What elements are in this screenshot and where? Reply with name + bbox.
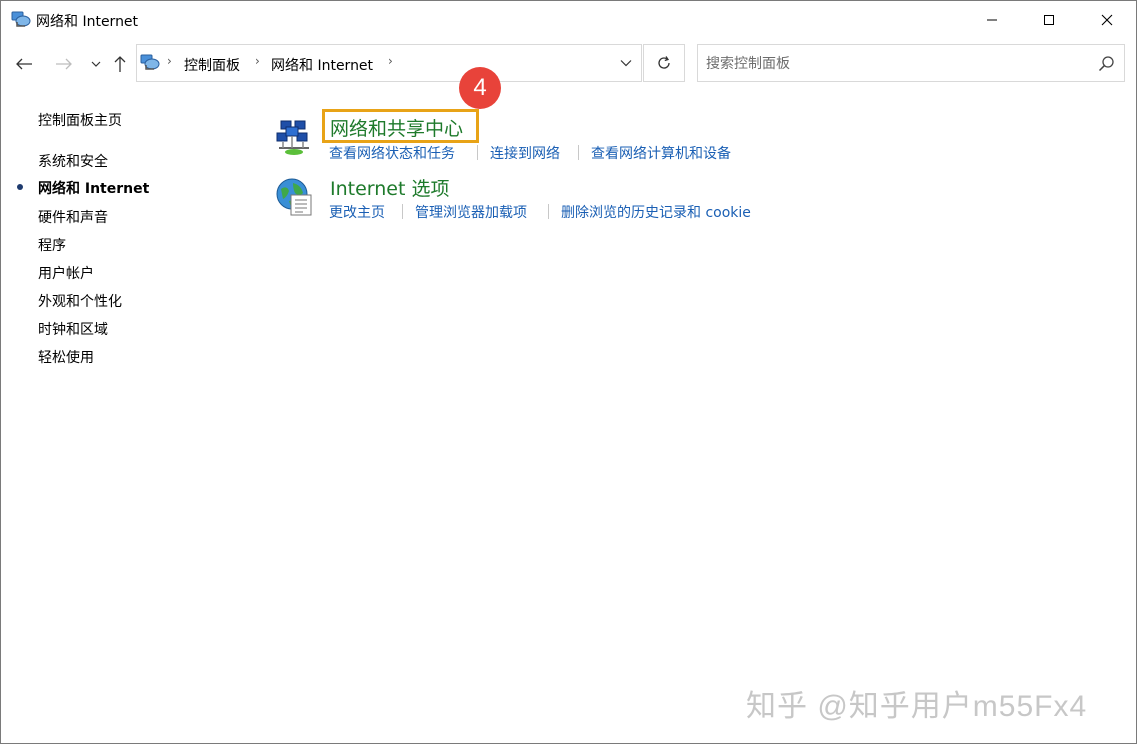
forward-button[interactable] bbox=[53, 51, 75, 77]
sidebar-item-appearance[interactable]: 外观和个性化 bbox=[38, 291, 122, 311]
arrow-up-icon bbox=[114, 56, 126, 72]
refresh-button[interactable] bbox=[643, 44, 685, 82]
sidebar-control-panel-home[interactable]: 控制面板主页 bbox=[38, 110, 122, 130]
minimize-icon bbox=[987, 19, 997, 21]
search-icon[interactable] bbox=[1098, 55, 1116, 73]
sidebar-item-hardware-sound[interactable]: 硬件和声音 bbox=[38, 207, 108, 227]
step-number-badge: 4 bbox=[459, 67, 501, 109]
address-bar[interactable]: › 控制面板 › 网络和 Internet › bbox=[136, 44, 642, 82]
search-box[interactable] bbox=[697, 44, 1125, 82]
maximize-icon bbox=[1044, 15, 1054, 25]
chevron-down-icon bbox=[91, 61, 101, 67]
connect-to-network-link[interactable]: 连接到网络 bbox=[490, 143, 560, 163]
arrow-right-icon bbox=[56, 58, 72, 70]
delete-browsing-history-link[interactable]: 删除浏览的历史记录和 cookie bbox=[561, 202, 751, 222]
current-item-bullet bbox=[17, 184, 23, 190]
link-divider bbox=[402, 204, 403, 219]
recent-locations-button[interactable] bbox=[85, 51, 107, 77]
chevron-down-icon bbox=[620, 60, 632, 67]
manage-add-ons-link[interactable]: 管理浏览器加载项 bbox=[415, 202, 527, 222]
breadcrumb-network-internet[interactable]: 网络和 Internet bbox=[271, 55, 373, 75]
sidebar-item-programs[interactable]: 程序 bbox=[38, 235, 66, 255]
arrow-left-icon bbox=[16, 58, 32, 70]
title-bar: 网络和 Internet bbox=[1, 1, 1136, 39]
breadcrumb-separator[interactable]: › bbox=[388, 54, 393, 68]
link-divider bbox=[477, 145, 478, 160]
sidebar-item-ease-of-access[interactable]: 轻松使用 bbox=[38, 347, 94, 367]
view-network-status-link[interactable]: 查看网络状态和任务 bbox=[329, 143, 455, 163]
breadcrumb-separator[interactable]: › bbox=[255, 54, 260, 68]
breadcrumb-separator[interactable]: › bbox=[167, 54, 172, 68]
maximize-button[interactable] bbox=[1020, 1, 1078, 39]
breadcrumb-control-panel[interactable]: 控制面板 bbox=[184, 55, 240, 75]
network-sharing-center-link[interactable]: 网络和共享中心 bbox=[330, 114, 463, 141]
sidebar-item-system-security[interactable]: 系统和安全 bbox=[38, 151, 108, 171]
sidebar-item-user-accounts[interactable]: 用户帐户 bbox=[38, 263, 94, 283]
network-internet-icon bbox=[140, 53, 160, 71]
sidebar-item-network-internet[interactable]: 网络和 Internet bbox=[38, 178, 149, 198]
back-button[interactable] bbox=[13, 51, 35, 77]
network-sharing-center-icon[interactable] bbox=[275, 118, 313, 156]
link-divider bbox=[548, 204, 549, 219]
view-network-computers-link[interactable]: 查看网络计算机和设备 bbox=[591, 143, 731, 163]
link-divider bbox=[578, 145, 579, 160]
window-title: 网络和 Internet bbox=[36, 14, 139, 30]
internet-options-icon[interactable] bbox=[275, 177, 313, 216]
internet-options-link[interactable]: Internet 选项 bbox=[330, 174, 449, 201]
close-button[interactable] bbox=[1078, 1, 1136, 39]
sidebar-item-clock-region[interactable]: 时钟和区域 bbox=[38, 319, 108, 339]
control-panel-window: 网络和 Internet › 控制面板 › 网络和 Internet › 搜索控… bbox=[0, 0, 1137, 744]
close-icon bbox=[1101, 14, 1113, 26]
watermark: 知乎 @知乎用户m55Fx4 bbox=[746, 690, 1088, 723]
minimize-button[interactable] bbox=[963, 1, 1021, 39]
change-home-page-link[interactable]: 更改主页 bbox=[329, 202, 385, 222]
up-button[interactable] bbox=[109, 51, 131, 77]
refresh-icon bbox=[658, 56, 670, 69]
search-input[interactable] bbox=[706, 54, 1086, 74]
network-internet-icon bbox=[11, 10, 31, 28]
address-dropdown-button[interactable] bbox=[610, 44, 642, 82]
